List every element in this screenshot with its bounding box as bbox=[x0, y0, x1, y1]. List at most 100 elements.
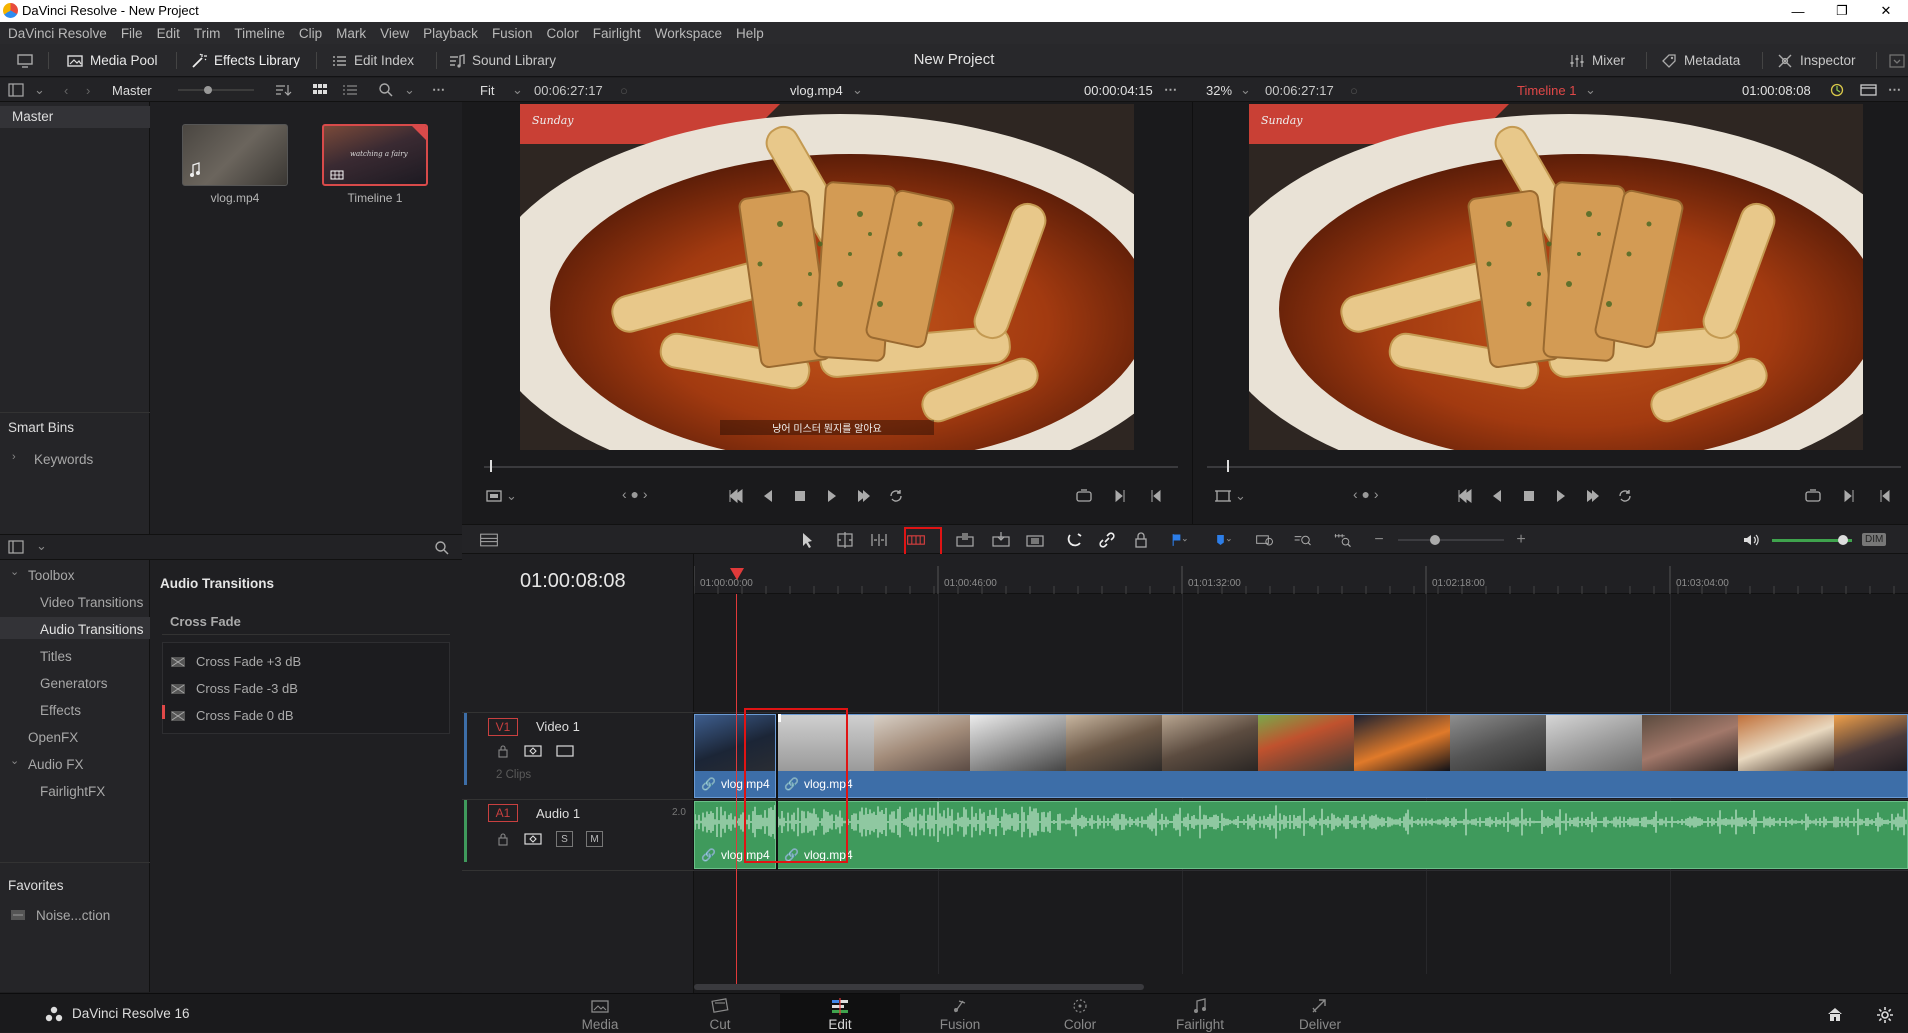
transform-icon[interactable]: ⌄ bbox=[1213, 486, 1246, 506]
chevron-down-icon[interactable]: ⌄ bbox=[506, 488, 517, 504]
edit-index-button[interactable]: Edit Index bbox=[322, 48, 422, 73]
track-name-audio-1[interactable]: Audio 1 bbox=[536, 806, 580, 821]
selection-tool-icon[interactable] bbox=[794, 530, 820, 550]
zoom-full-icon[interactable] bbox=[1250, 530, 1280, 550]
solo-button[interactable]: S bbox=[556, 831, 573, 847]
viewer-mode-icon[interactable] bbox=[1860, 78, 1878, 102]
skip-first-icon[interactable] bbox=[1455, 486, 1475, 506]
source-zoom[interactable]: Fit bbox=[480, 78, 494, 102]
skip-first-icon[interactable] bbox=[726, 486, 746, 506]
speaker-icon[interactable] bbox=[1738, 530, 1764, 550]
timeline-ruler[interactable]: 01:00:00:00 01:00:46:00 01:01:32:00 01:0… bbox=[694, 554, 1908, 594]
menu-fusion[interactable]: Fusion bbox=[492, 26, 533, 41]
jog-control[interactable]: ‹ ● › bbox=[1353, 486, 1379, 502]
bin-item-master[interactable]: Master bbox=[12, 109, 53, 124]
home-icon[interactable] bbox=[1826, 1006, 1844, 1022]
snapping-icon[interactable] bbox=[1062, 530, 1088, 550]
track-tag-a1[interactable]: A1 bbox=[488, 804, 518, 822]
page-media[interactable]: Media bbox=[540, 994, 660, 1033]
chevron-down-icon[interactable]: ⌄ bbox=[36, 538, 47, 554]
video-clip-2[interactable]: 🔗 vlog.mp4 bbox=[777, 714, 1908, 798]
tree-fairlight-fx[interactable]: FairlightFX bbox=[40, 784, 105, 799]
chevron-down-icon[interactable]: ⌄ bbox=[404, 78, 415, 102]
page-cut[interactable]: Cut bbox=[660, 994, 780, 1033]
source-video-frame[interactable]: Sunday 냥어 미스터 뭔지를 알아요 bbox=[520, 104, 1134, 450]
track-visibility-icon[interactable] bbox=[556, 744, 574, 758]
more-options-icon[interactable]: ⋯ bbox=[432, 78, 445, 102]
menu-file[interactable]: File bbox=[121, 26, 143, 41]
track-name-video-1[interactable]: Video 1 bbox=[536, 719, 580, 734]
effect-item-crossfade-0[interactable]: Cross Fade 0 dB bbox=[170, 708, 294, 723]
settings-gear-icon[interactable] bbox=[1876, 1006, 1894, 1024]
tree-audio-transitions[interactable]: Audio Transitions bbox=[40, 622, 144, 637]
track-tag-v1[interactable]: V1 bbox=[488, 718, 518, 736]
auto-select-icon[interactable] bbox=[524, 744, 542, 758]
timeline-video-frame[interactable]: Sunday bbox=[1249, 104, 1863, 450]
tree-openfx[interactable]: OpenFX bbox=[28, 730, 78, 745]
chevron-down-icon[interactable]: ⌄ bbox=[512, 78, 523, 102]
menu-view[interactable]: View bbox=[380, 26, 409, 41]
zoom-slider-handle[interactable] bbox=[1430, 535, 1440, 545]
list-view-icon[interactable] bbox=[342, 78, 358, 102]
stop-icon[interactable] bbox=[790, 486, 810, 506]
skip-last-icon[interactable] bbox=[854, 486, 874, 506]
metadata-button[interactable]: Metadata bbox=[1652, 48, 1748, 73]
page-deliver[interactable]: Deliver bbox=[1260, 994, 1380, 1033]
timeline-scrubber-track[interactable] bbox=[1207, 466, 1901, 468]
tree-toolbox[interactable]: Toolbox bbox=[28, 568, 75, 583]
audio-clip-2[interactable]: 🔗 vlog.mp4 bbox=[777, 801, 1908, 869]
zoom-custom-icon[interactable] bbox=[1328, 530, 1358, 550]
source-playhead[interactable] bbox=[490, 460, 492, 472]
dim-button[interactable]: DIM bbox=[1862, 533, 1887, 546]
flag-icon[interactable] bbox=[1162, 530, 1196, 550]
source-clip-name[interactable]: vlog.mp4 bbox=[790, 78, 843, 102]
more-options-icon[interactable]: ⋯ bbox=[1164, 78, 1177, 102]
volume-slider-handle[interactable] bbox=[1838, 535, 1848, 545]
chevron-down-icon[interactable]: ⌄ bbox=[1240, 78, 1251, 102]
menu-clip[interactable]: Clip bbox=[299, 26, 322, 41]
media-pool-button[interactable]: Media Pool bbox=[58, 48, 166, 73]
menu-mark[interactable]: Mark bbox=[336, 26, 366, 41]
timeline-zoom[interactable]: 32% bbox=[1206, 78, 1232, 102]
effects-library-button[interactable]: Effects Library bbox=[182, 48, 308, 73]
play-reverse-icon[interactable] bbox=[758, 486, 778, 506]
play-icon[interactable] bbox=[1551, 486, 1571, 506]
mark-in-icon[interactable] bbox=[1110, 486, 1130, 506]
thumbnail-size-slider[interactable] bbox=[176, 78, 256, 102]
mute-button[interactable]: M bbox=[586, 831, 603, 847]
timeline-playhead[interactable] bbox=[730, 568, 744, 580]
tree-audio-fx[interactable]: Audio FX bbox=[28, 757, 84, 772]
forward-arrow-icon[interactable]: › bbox=[86, 78, 90, 102]
linked-selection-icon[interactable] bbox=[1094, 530, 1120, 550]
menu-trim[interactable]: Trim bbox=[194, 26, 221, 41]
play-reverse-icon[interactable] bbox=[1487, 486, 1507, 506]
grid-view-icon[interactable] bbox=[312, 78, 328, 102]
chevron-right-icon[interactable]: › bbox=[12, 451, 16, 463]
close-button[interactable]: ✕ bbox=[1864, 0, 1908, 22]
effect-item-crossfade-plus3[interactable]: Cross Fade +3 dB bbox=[170, 654, 301, 669]
tree-generators[interactable]: Generators bbox=[40, 676, 108, 691]
loop-icon[interactable] bbox=[1615, 486, 1635, 506]
sort-icon[interactable] bbox=[274, 78, 292, 102]
menu-playback[interactable]: Playback bbox=[423, 26, 478, 41]
overwrite-clip-icon[interactable] bbox=[988, 530, 1014, 550]
loop-icon[interactable] bbox=[886, 486, 906, 506]
mark-out-icon[interactable] bbox=[1875, 486, 1895, 506]
search-icon[interactable] bbox=[434, 540, 450, 556]
safe-area-icon[interactable]: ⌄ bbox=[484, 486, 517, 506]
page-fusion[interactable]: Fusion bbox=[900, 994, 1020, 1033]
chevron-down-icon[interactable]: ⌄ bbox=[10, 565, 19, 578]
tree-video-transitions[interactable]: Video Transitions bbox=[40, 595, 143, 610]
inspector-button[interactable]: Inspector bbox=[1768, 48, 1864, 73]
mixer-button[interactable]: Mixer bbox=[1560, 48, 1633, 73]
skip-last-icon[interactable] bbox=[1583, 486, 1603, 506]
zoom-slider[interactable] bbox=[1398, 539, 1504, 541]
search-icon[interactable] bbox=[378, 78, 394, 102]
replace-clip-icon[interactable] bbox=[1022, 530, 1048, 550]
timeline-scrubber-playhead[interactable] bbox=[1227, 460, 1229, 472]
zoom-in-button[interactable]: + bbox=[1508, 530, 1534, 550]
chevron-down-icon[interactable]: ⌄ bbox=[10, 754, 19, 767]
back-arrow-icon[interactable]: ‹ bbox=[64, 78, 68, 102]
menu-davinci[interactable]: DaVinci Resolve bbox=[8, 26, 107, 41]
jog-control[interactable]: ‹ ● › bbox=[622, 486, 648, 502]
